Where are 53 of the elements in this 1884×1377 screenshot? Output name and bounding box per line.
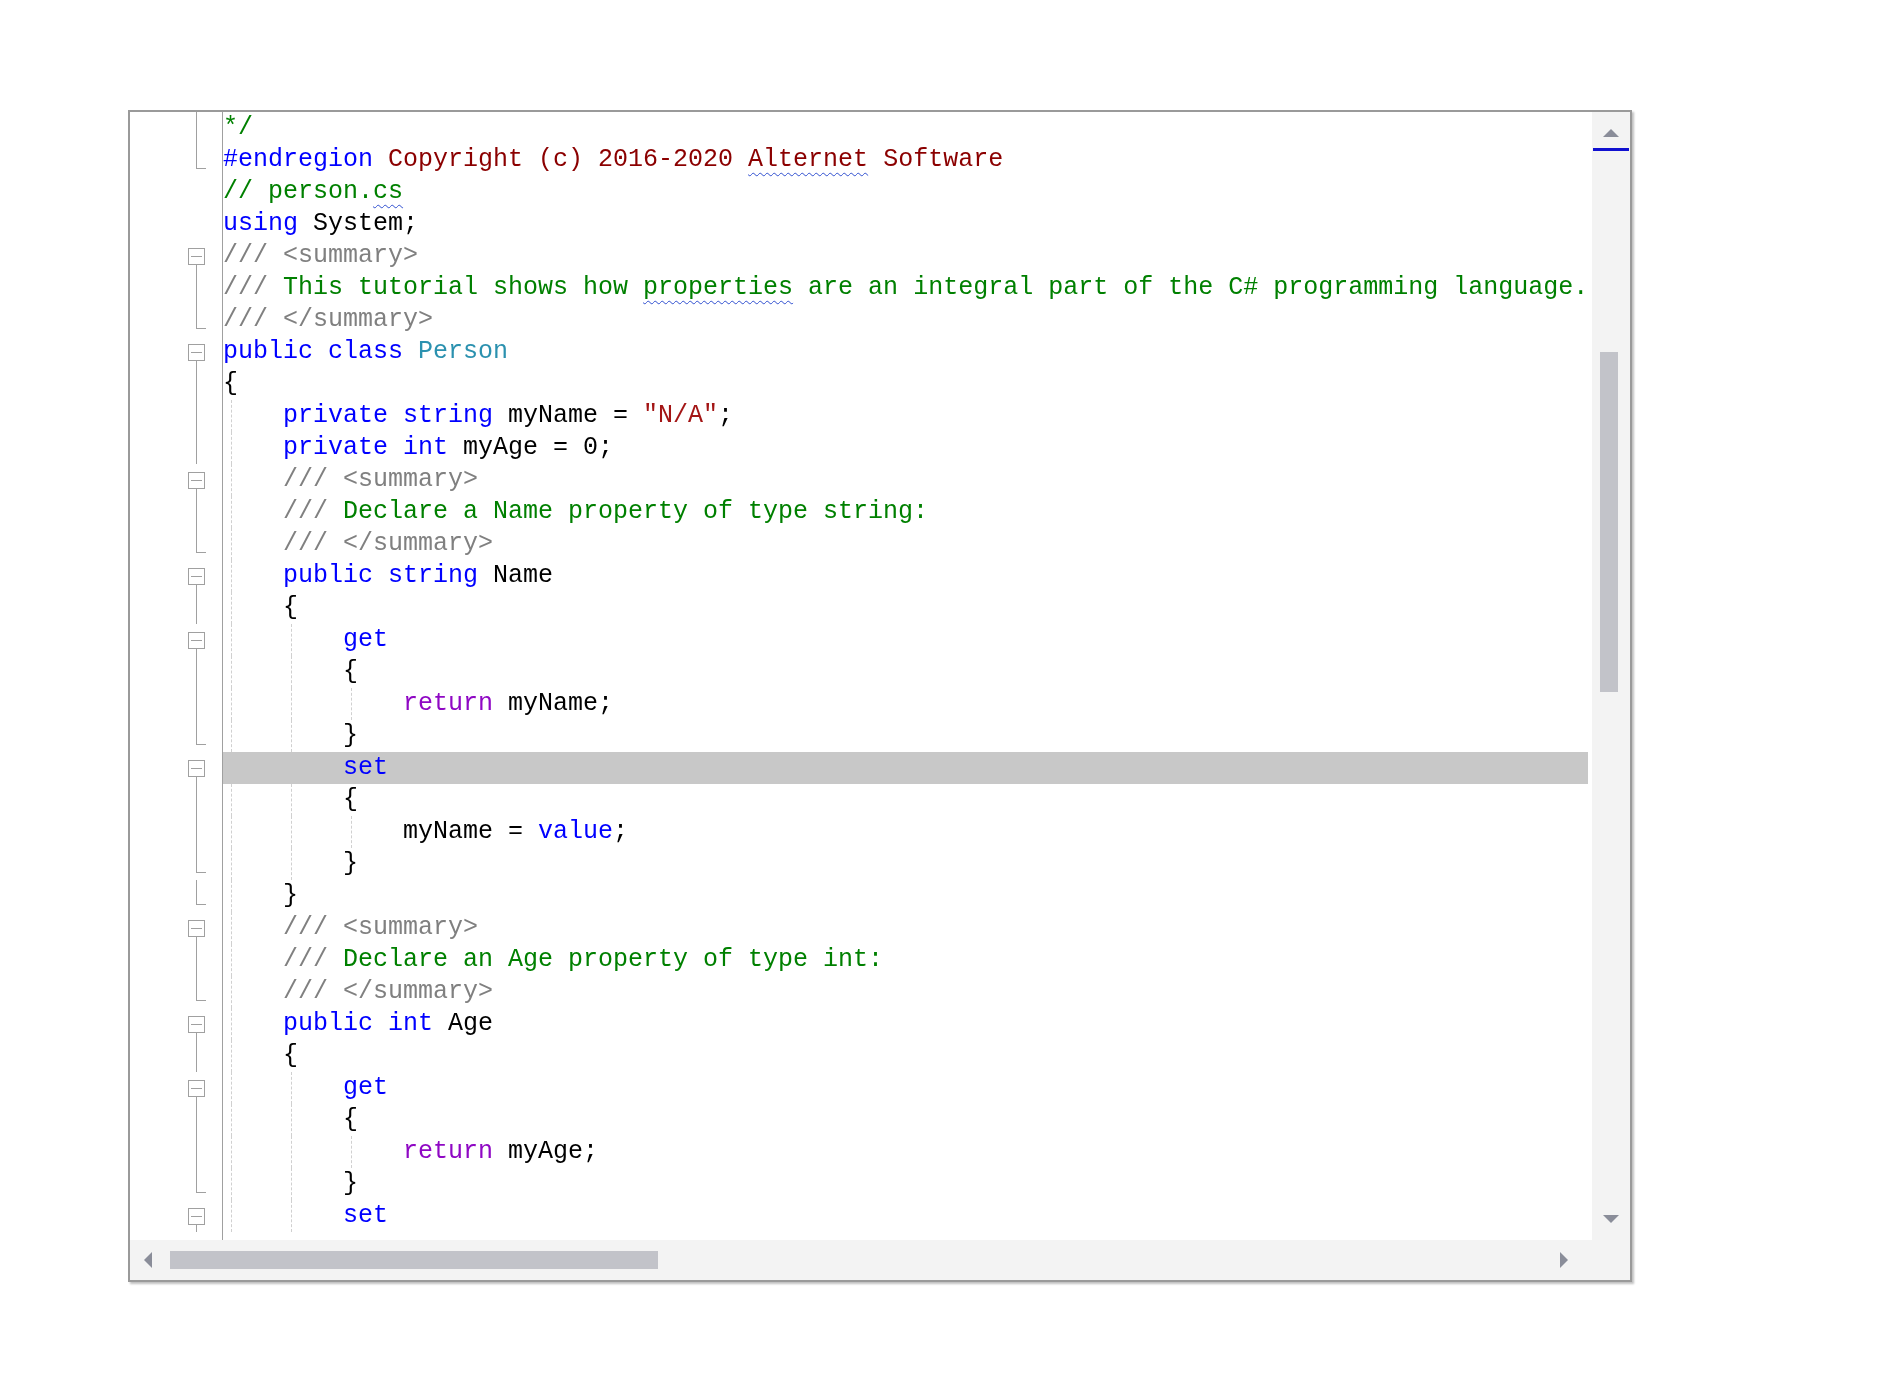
collapse-icon[interactable] <box>188 344 205 361</box>
code-line: { <box>342 784 360 816</box>
code-line: public class Person <box>223 336 510 368</box>
code-line: /// </summary> <box>223 304 435 336</box>
up-arrow-icon <box>1602 128 1620 138</box>
code-line: /// Declare an Age property of type int: <box>282 944 885 976</box>
left-arrow-icon <box>143 1251 153 1269</box>
code-line: return myAge; <box>402 1136 600 1168</box>
code-line: get <box>342 624 390 656</box>
code-line: public string Name <box>282 560 555 592</box>
collapse-icon[interactable] <box>188 1016 205 1033</box>
code-line: { <box>282 592 299 624</box>
code-line: /// Declare a Name property of type string: <box>282 496 930 528</box>
code-line: } <box>342 848 360 880</box>
code-line: */ <box>223 112 254 144</box>
code-line: } <box>342 1168 360 1200</box>
position-marker <box>1593 148 1629 151</box>
code-line: /// </summary> <box>282 976 495 1008</box>
code-line: /// <summary> <box>223 240 420 272</box>
scrollbar-thumb[interactable] <box>1600 352 1618 692</box>
down-arrow-icon <box>1602 1214 1620 1224</box>
vertical-scrollbar[interactable] <box>1592 112 1630 1240</box>
code-line: return myName; <box>402 688 615 720</box>
code-line: /// <summary> <box>282 464 480 496</box>
code-line: using System; <box>223 208 420 240</box>
code-line: get <box>342 1072 390 1104</box>
collapse-icon[interactable] <box>188 632 205 649</box>
code-line: #endregion Copyright (c) 2016-2020 Alternet Software <box>223 144 1005 176</box>
code-line: /// <summary> <box>282 912 480 944</box>
collapse-icon[interactable] <box>188 1080 205 1097</box>
right-arrow-icon <box>1559 1251 1569 1269</box>
code-line: public int Age <box>282 1008 495 1040</box>
code-line: } <box>342 720 360 752</box>
collapse-icon[interactable] <box>188 472 205 489</box>
code-line: private int myAge = 0; <box>282 432 615 464</box>
code-line: } <box>282 880 299 912</box>
code-line: { <box>342 1104 360 1136</box>
code-line: /// </summary> <box>282 528 495 560</box>
code-line: { <box>223 368 239 400</box>
code-line: /// This tutorial shows how properties are an integral part of the C# programming language. <box>223 272 1590 304</box>
code-line: { <box>342 656 360 688</box>
code-line: // person.cs <box>223 176 405 208</box>
collapse-icon[interactable] <box>188 248 205 265</box>
collapse-icon[interactable] <box>188 760 205 777</box>
collapse-icon[interactable] <box>188 920 205 937</box>
scrollbar-thumb[interactable] <box>170 1251 658 1269</box>
collapse-icon[interactable] <box>188 568 205 585</box>
code-line: myName = value; <box>402 816 630 848</box>
code-line: private string myName = "N/A"; <box>282 400 735 432</box>
collapse-icon[interactable] <box>188 1208 205 1225</box>
code-line: { <box>282 1040 299 1072</box>
horizontal-scrollbar[interactable] <box>130 1240 1630 1280</box>
code-line: set <box>342 1200 390 1232</box>
